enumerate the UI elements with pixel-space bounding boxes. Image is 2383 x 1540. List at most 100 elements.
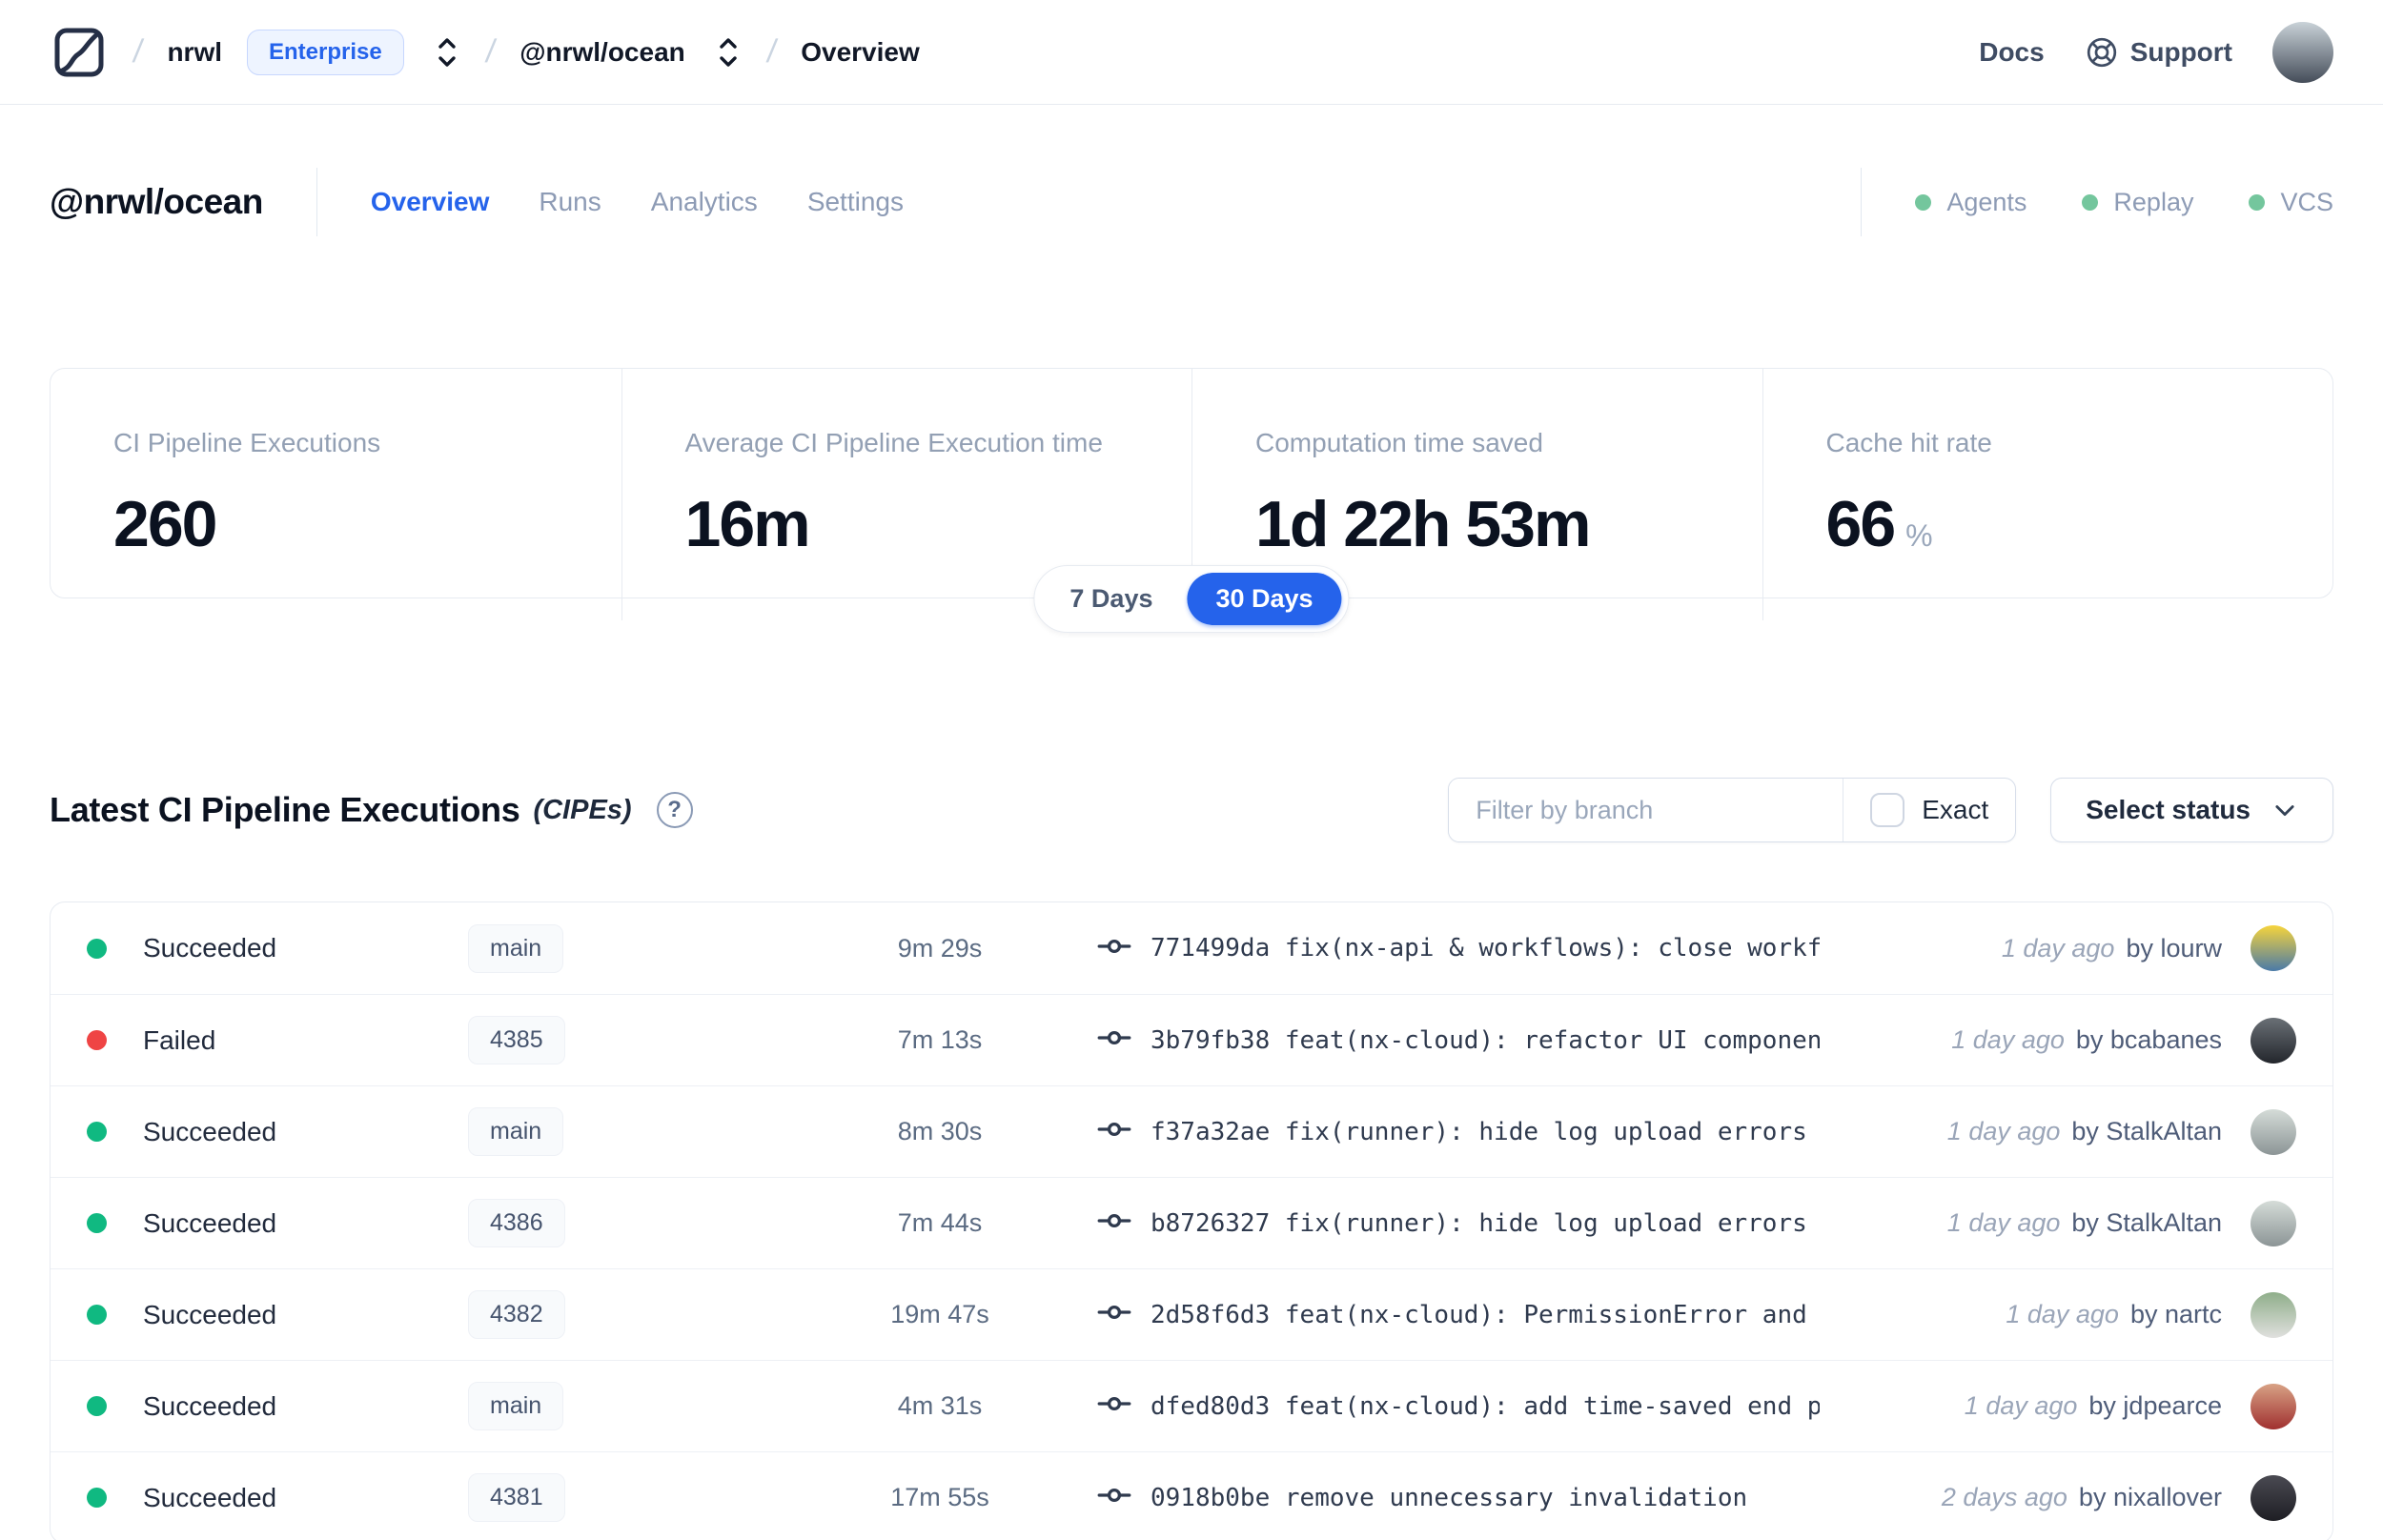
table-row[interactable]: Failed 4385 7m 13s 3b79fb38 feat(nx-clou… bbox=[51, 994, 2332, 1085]
table-row[interactable]: Succeeded main 4m 31s dfed80d3 feat(nx-c… bbox=[51, 1360, 2332, 1451]
nx-cloud-logo-icon[interactable] bbox=[50, 23, 109, 82]
status-dot-icon bbox=[87, 1488, 107, 1508]
author-avatar bbox=[2251, 1474, 2296, 1521]
git-commit-icon bbox=[1097, 1204, 1131, 1243]
workspace-switcher-icon[interactable] bbox=[714, 33, 743, 71]
author: by StalkAltan bbox=[2071, 1208, 2222, 1237]
author-avatar bbox=[2251, 925, 2296, 971]
table-row[interactable]: Succeeded main 9m 29s 771499da fix(nx-ap… bbox=[51, 902, 2332, 994]
author-avatar bbox=[2251, 1291, 2296, 1338]
cipes-subtitle: (CIPEs) bbox=[533, 794, 632, 825]
feature-label: Agents bbox=[1946, 187, 2027, 216]
git-commit-icon bbox=[1097, 929, 1131, 968]
status-label: Succeeded bbox=[143, 1299, 277, 1329]
duration: 17m 55s bbox=[890, 1483, 989, 1511]
commit-text[interactable]: 771499da fix(nx-api & workflows): close … bbox=[1151, 934, 1820, 962]
table-row[interactable]: Succeeded 4386 7m 44s b8726327 fix(runne… bbox=[51, 1177, 2332, 1268]
tab-overview[interactable]: Overview bbox=[371, 187, 490, 217]
commit-text[interactable]: dfed80d3 feat(nx-cloud): add time-saved … bbox=[1151, 1392, 1820, 1421]
breadcrumb-page: Overview bbox=[801, 36, 920, 67]
stat-value: 1d 22h 53m bbox=[1255, 488, 1591, 560]
enterprise-badge: Enterprise bbox=[247, 29, 404, 75]
status-dot-icon bbox=[2249, 193, 2266, 211]
status-dot-icon bbox=[87, 1213, 107, 1233]
cipes-table: Succeeded main 9m 29s 771499da fix(nx-ap… bbox=[50, 902, 2333, 1540]
stat-label: CI Pipeline Executions bbox=[113, 428, 381, 457]
breadcrumb-workspace[interactable]: @nrwl/ocean bbox=[519, 37, 685, 68]
status-dot-icon bbox=[1915, 193, 1932, 211]
status-label: Succeeded bbox=[143, 1482, 277, 1512]
feature-label: Replay bbox=[2113, 187, 2194, 216]
stats-section: CI Pipeline Executions 260 Average CI Pi… bbox=[50, 368, 2333, 633]
status-dot-icon bbox=[87, 1122, 107, 1142]
time-ago: 1 day ago bbox=[1946, 1117, 2061, 1145]
user-avatar[interactable] bbox=[2272, 21, 2333, 83]
stat-label: Average CI Pipeline Execution time bbox=[684, 428, 1103, 457]
docs-link[interactable]: Docs bbox=[1979, 37, 2044, 68]
org-switcher-icon[interactable] bbox=[433, 33, 461, 71]
breadcrumb-separator: / bbox=[764, 33, 779, 70]
cipes-title: Latest CI Pipeline Executions bbox=[50, 790, 520, 829]
tab-analytics[interactable]: Analytics bbox=[651, 187, 758, 217]
feature-label: VCS bbox=[2280, 187, 2333, 216]
date-range-toggle: 7 Days 30 Days bbox=[1033, 565, 1350, 633]
status-dot-icon bbox=[87, 1305, 107, 1325]
cipes-header: Latest CI Pipeline Executions (CIPEs) ? … bbox=[0, 778, 2383, 842]
status-label: Succeeded bbox=[143, 933, 277, 962]
exact-checkbox[interactable] bbox=[1870, 793, 1905, 827]
table-row[interactable]: Succeeded main 8m 30s f37a32ae fix(runne… bbox=[51, 1085, 2332, 1177]
author: by lourw bbox=[2126, 933, 2222, 962]
git-commit-icon bbox=[1097, 1112, 1131, 1151]
commit-text[interactable]: 0918b0be remove unnecessary invalidation bbox=[1151, 1484, 1747, 1512]
duration: 4m 31s bbox=[897, 1391, 983, 1420]
status-dot-icon bbox=[87, 938, 107, 959]
author: by nixallover bbox=[2078, 1483, 2222, 1511]
commit-text[interactable]: 3b79fb38 feat(nx-cloud): refactor UI com… bbox=[1151, 1026, 1820, 1055]
support-label: Support bbox=[2129, 36, 2232, 67]
time-ago: 1 day ago bbox=[2006, 1300, 2119, 1328]
feature-replay: Replay bbox=[2082, 188, 2193, 217]
git-commit-icon bbox=[1097, 1295, 1131, 1334]
table-row[interactable]: Succeeded 4382 19m 47s 2d58f6d3 feat(nx-… bbox=[51, 1268, 2332, 1360]
range-30-days[interactable]: 30 Days bbox=[1187, 573, 1342, 625]
branch-chip: 4386 bbox=[468, 1199, 565, 1247]
stat-suffix: % bbox=[1905, 518, 1933, 553]
breadcrumb-separator: / bbox=[131, 33, 146, 70]
range-7-days[interactable]: 7 Days bbox=[1041, 573, 1181, 625]
status-dot-icon bbox=[2082, 193, 2099, 211]
duration: 8m 30s bbox=[897, 1117, 983, 1145]
branch-chip: main bbox=[468, 1382, 564, 1430]
stat-value: 16m bbox=[684, 488, 811, 560]
duration: 19m 47s bbox=[890, 1300, 989, 1328]
duration: 7m 44s bbox=[897, 1208, 983, 1237]
divider bbox=[316, 168, 317, 236]
status-label: Succeeded bbox=[143, 1207, 277, 1238]
commit-text[interactable]: 2d58f6d3 feat(nx-cloud): PermissionError… bbox=[1151, 1301, 1820, 1329]
branch-filter-input[interactable] bbox=[1449, 779, 1843, 841]
tab-settings[interactable]: Settings bbox=[807, 187, 904, 217]
branch-chip: main bbox=[468, 1107, 564, 1156]
author-avatar bbox=[2251, 1108, 2296, 1155]
duration: 9m 29s bbox=[897, 933, 983, 962]
time-ago: 1 day ago bbox=[1964, 1391, 2078, 1420]
author-avatar bbox=[2251, 1017, 2296, 1064]
tab-runs[interactable]: Runs bbox=[539, 187, 601, 217]
commit-text[interactable]: b8726327 fix(runner): hide log upload er… bbox=[1151, 1209, 1820, 1238]
status-label: Succeeded bbox=[143, 1116, 277, 1146]
status-label: Succeeded bbox=[143, 1390, 277, 1421]
stat-value: 66 bbox=[1825, 488, 1897, 560]
breadcrumb-org[interactable]: nrwl bbox=[167, 37, 222, 68]
git-commit-icon bbox=[1097, 1387, 1131, 1426]
status-dot-icon bbox=[87, 1030, 107, 1050]
status-label: Failed bbox=[143, 1024, 216, 1055]
commit-text[interactable]: f37a32ae fix(runner): hide log upload er… bbox=[1151, 1118, 1820, 1146]
help-icon[interactable]: ? bbox=[656, 792, 693, 828]
feature-agents: Agents bbox=[1915, 188, 2027, 217]
stat-label: Cache hit rate bbox=[1825, 428, 1992, 457]
select-status-dropdown[interactable]: Select status bbox=[2050, 778, 2333, 842]
author: by jdpearce bbox=[2088, 1391, 2222, 1420]
support-link[interactable]: Support bbox=[2085, 35, 2232, 70]
breadcrumb: / nrwl Enterprise / @nrwl/ocean / Overvi… bbox=[50, 23, 920, 82]
git-commit-icon bbox=[1097, 1478, 1131, 1517]
table-row[interactable]: Succeeded 4381 17m 55s 0918b0be remove u… bbox=[51, 1451, 2332, 1540]
